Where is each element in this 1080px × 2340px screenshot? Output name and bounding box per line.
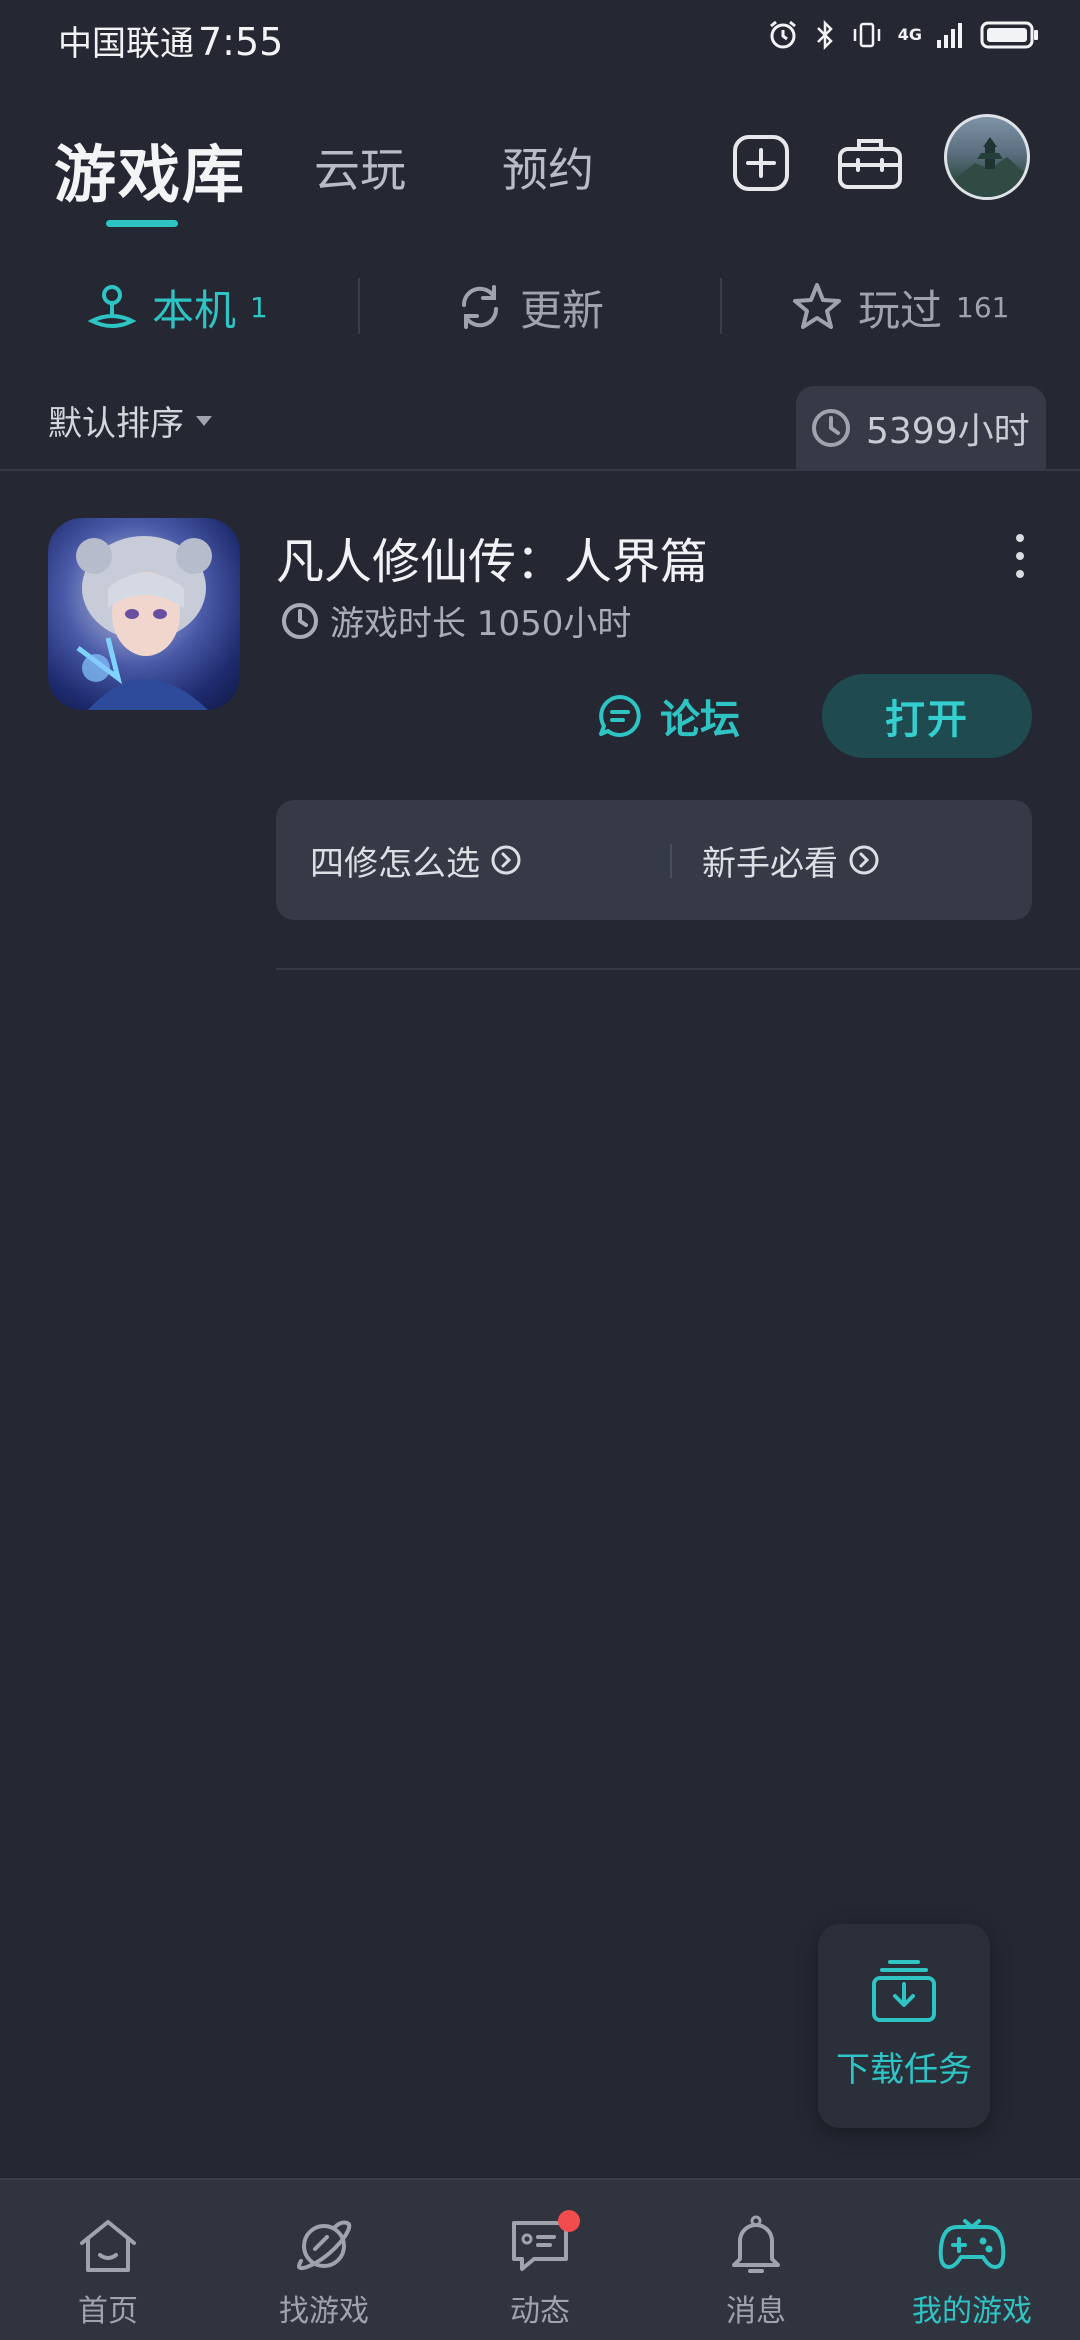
divider (276, 968, 1080, 970)
notification-badge (558, 2210, 580, 2232)
nav-messages[interactable]: 消息 (648, 2180, 864, 2340)
total-hours-text: 5399小时 (866, 411, 1030, 452)
alarm-icon (769, 20, 796, 49)
bottom-nav: 首页 找游戏 动态 消息 我的游戏 (0, 2178, 1080, 2340)
tip-label: 四修怎么选 (310, 843, 480, 884)
tab-cloud-play[interactable]: 云玩 (314, 134, 406, 200)
add-icon (733, 135, 789, 191)
bluetooth-icon (816, 19, 833, 51)
refresh-icon (461, 285, 499, 329)
clock-icon (282, 602, 318, 639)
filter-divider (358, 278, 360, 334)
nav-home[interactable]: 首页 (0, 2180, 216, 2340)
battery-icon (980, 21, 1038, 49)
network-label: 4G (897, 25, 922, 44)
sort-dropdown[interactable]: 默认排序 (48, 396, 212, 445)
sort-label: 默认排序 (48, 404, 184, 444)
filter-update[interactable]: 更新 (454, 262, 604, 352)
clock-icon (812, 409, 850, 447)
header: 游戏库 云玩 预约 (0, 110, 1080, 240)
nav-my-games-label: 我的游戏 (912, 2294, 1032, 2329)
game-title[interactable]: 凡人修仙传：人界篇 (276, 522, 708, 592)
game-art-image (76, 536, 212, 710)
tip-label: 新手必看 (702, 843, 838, 884)
toolbox-button[interactable] (834, 128, 906, 198)
forum-button[interactable]: 论坛 (596, 686, 740, 746)
tip-link[interactable]: 新手必看 (702, 800, 880, 920)
avatar[interactable] (944, 114, 1030, 200)
nav-home-label: 首页 (78, 2294, 138, 2329)
status-right: 4G (766, 18, 1040, 52)
gamepad-icon (938, 2219, 1006, 2269)
filter-bar: 本机 1 更新 玩过 161 (0, 262, 1080, 352)
bell-icon (732, 2215, 780, 2273)
star-icon (793, 283, 841, 329)
nav-find-games[interactable]: 找游戏 (216, 2180, 432, 2340)
more-dot (1016, 534, 1024, 542)
my-games-page: 中国联通 7:55 4G 游戏库 云玩 预约 本机 1 更新 玩过 161 默认… (0, 0, 1080, 2340)
clock: 7:55 (198, 20, 284, 64)
carrier-label: 中国联通 (58, 24, 194, 64)
avatar-image (953, 137, 1027, 197)
filter-local-count: 1 (250, 290, 268, 324)
more-options-button[interactable] (1008, 534, 1032, 578)
filter-played-label: 玩过 (858, 285, 943, 335)
tips-divider (670, 844, 672, 878)
download-tasks-label: 下载任务 (836, 2050, 972, 2090)
more-dot (1016, 552, 1024, 560)
total-hours-badge: 5399小时 (796, 386, 1046, 470)
download-icon (872, 1960, 936, 2022)
game-tips: 四修怎么选 新手必看 (276, 800, 1032, 920)
game-playtime: 游戏时长 1050小时 (280, 596, 631, 645)
chevron-circle-icon (491, 845, 521, 875)
home-icon (80, 2220, 136, 2272)
game-icon[interactable] (48, 518, 240, 710)
caret-down-icon (196, 415, 212, 426)
open-game-button[interactable]: 打开 (822, 674, 1032, 758)
filter-local-label: 本机 (152, 285, 237, 335)
active-tab-indicator (106, 220, 178, 227)
nav-feed-label: 动态 (510, 2294, 570, 2329)
vibrate-icon (853, 22, 880, 48)
forum-icon (599, 695, 641, 737)
tab-reservations[interactable]: 预约 (502, 134, 594, 200)
more-dot (1016, 570, 1024, 578)
toolbox-icon (838, 139, 902, 189)
tab-game-library[interactable]: 游戏库 (54, 124, 246, 214)
signal-icon (937, 23, 962, 48)
tip-link[interactable]: 四修怎么选 (310, 800, 522, 920)
nav-feed[interactable]: 动态 (432, 2180, 648, 2340)
nav-find-games-label: 找游戏 (279, 2294, 369, 2329)
planet-icon (297, 2220, 352, 2271)
chevron-circle-icon (849, 845, 879, 875)
filter-divider (720, 278, 722, 334)
download-tasks-button[interactable]: 下载任务 (818, 1924, 990, 2128)
add-game-button[interactable] (726, 128, 796, 198)
nav-my-games[interactable]: 我的游戏 (864, 2180, 1080, 2340)
filter-played-count: 161 (956, 290, 1010, 324)
nav-messages-label: 消息 (726, 2294, 786, 2329)
status-left: 中国联通 7:55 (58, 16, 283, 65)
filter-local[interactable]: 本机 1 (86, 262, 268, 352)
divider (0, 469, 1080, 471)
forum-label: 论坛 (660, 697, 740, 743)
status-bar: 中国联通 7:55 4G (0, 0, 1080, 76)
joystick-icon (87, 285, 137, 328)
filter-update-label: 更新 (520, 285, 605, 335)
game-playtime-text: 游戏时长 1050小时 (330, 604, 632, 644)
filter-played[interactable]: 玩过 161 (790, 262, 1009, 352)
